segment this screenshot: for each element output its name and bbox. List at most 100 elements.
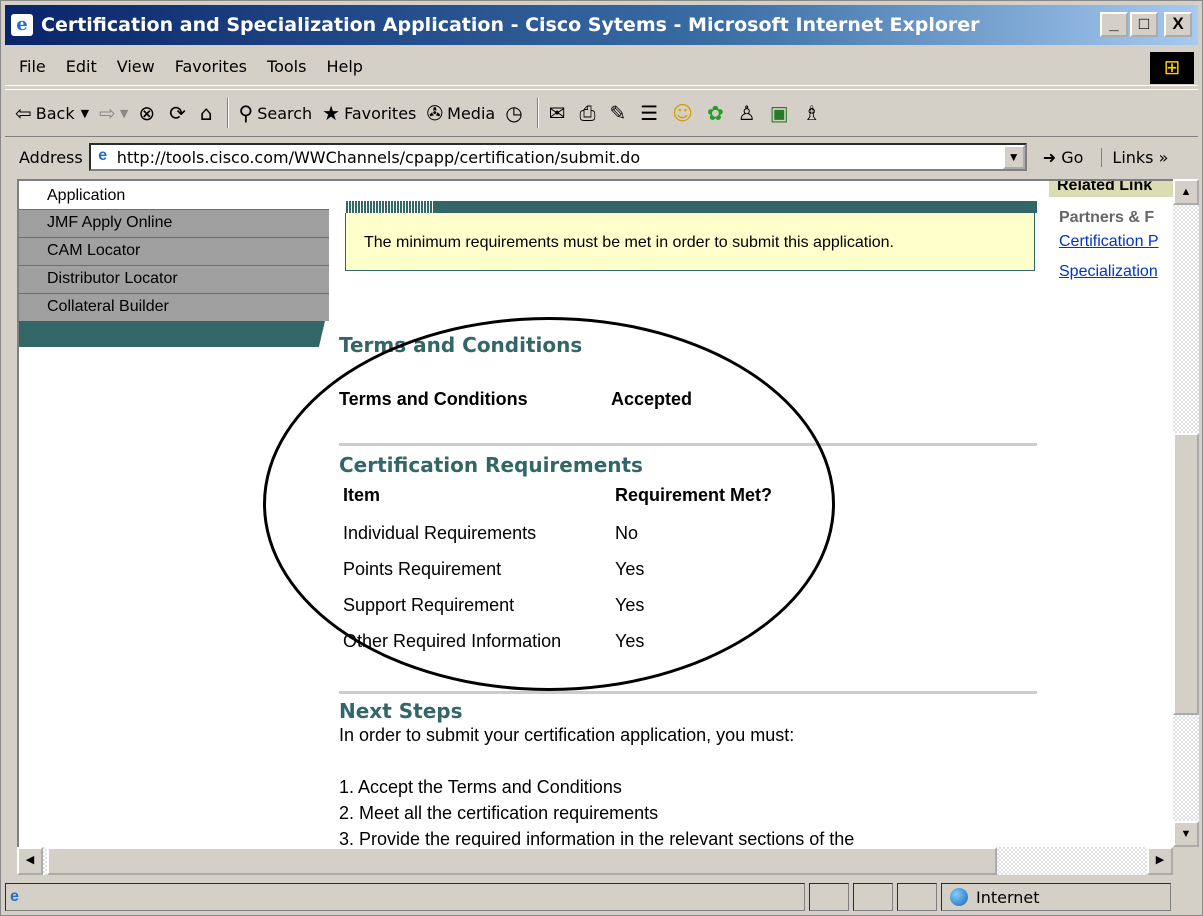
window-controls: _ □ X (1100, 12, 1192, 37)
terms-label: Terms and Conditions (339, 389, 528, 409)
toolbar-separator (226, 98, 229, 128)
refresh-button[interactable]: ⟳ (169, 101, 190, 125)
status-text-area: e (5, 883, 805, 911)
scroll-left-icon[interactable]: ◀ (17, 847, 43, 875)
certification-requirements-heading: Certification Requirements (339, 453, 643, 477)
terms-heading: Terms and Conditions (339, 333, 583, 357)
requirement-item: Individual Requirements (343, 523, 537, 543)
browser-window: e Certification and Specialization Appli… (0, 0, 1203, 916)
partners-heading: Partners & F (1059, 209, 1155, 226)
back-button[interactable]: ⇦ Back ▼ (15, 101, 89, 125)
address-bar: Address e http://tools.cisco.com/WWChann… (5, 139, 1198, 175)
links-button[interactable]: Links » (1101, 147, 1169, 167)
nav-item-jmf-apply-online[interactable]: JMF Apply Online (19, 209, 329, 237)
menu-favorites[interactable]: Favorites (175, 57, 247, 76)
page-status-icon: e (10, 888, 19, 905)
certification-link[interactable]: Certification P (1059, 233, 1173, 251)
icq-button[interactable]: ✿ (707, 101, 728, 125)
menu-file[interactable]: File (19, 57, 46, 76)
address-input[interactable]: e http://tools.cisco.com/WWChannels/cpap… (88, 143, 1027, 171)
nav-item-cam-locator[interactable]: CAM Locator (19, 237, 329, 265)
vertical-scrollbar[interactable]: ▲ ▼ (1173, 179, 1199, 847)
scroll-up-icon[interactable]: ▲ (1173, 179, 1199, 205)
refresh-icon: ⟳ (169, 101, 186, 125)
next-step-item: 1. Accept the Terms and Conditions (339, 777, 622, 797)
gift-icon: ▣ (769, 101, 789, 125)
next-step-item: 3. Provide the required information in t… (339, 829, 855, 847)
forward-dropdown-icon[interactable]: ▼ (120, 107, 128, 120)
horizontal-scrollbar[interactable]: ◀ ▶ (17, 847, 1173, 875)
go-label: Go (1061, 147, 1084, 167)
requirement-met: Yes (615, 559, 645, 579)
go-button[interactable]: ➜ Go (1043, 148, 1084, 167)
ie-logo-icon: e (11, 14, 33, 36)
forward-arrow-icon: ⇨ (99, 101, 116, 125)
requirement-met: Yes (615, 631, 645, 651)
toolbar: ⇦ Back ▼ ⇨ ▼ ⊗ ⟳ ⌂ ⚲ Search ★ Favorites … (5, 89, 1198, 137)
chevron-right-icon: » (1158, 147, 1169, 167)
nav-item-collateral-builder[interactable]: Collateral Builder (19, 293, 329, 321)
requirement-met: No (615, 523, 639, 543)
people-button[interactable]: ♗ (803, 101, 825, 125)
smiley-icon: ☺ (672, 101, 693, 125)
menu-help[interactable]: Help (326, 57, 362, 76)
search-icon: ⚲ (238, 101, 254, 125)
related-links-tab: Related Link (1049, 181, 1173, 197)
home-button[interactable]: ⌂ (200, 101, 217, 125)
status-cell (853, 883, 893, 911)
forward-button[interactable]: ⇨ ▼ (99, 101, 128, 125)
print-button[interactable]: ⎙ (579, 101, 599, 125)
menu-tools[interactable]: Tools (267, 57, 306, 76)
menu-view[interactable]: View (117, 57, 155, 76)
requirement-item: Other Required Information (343, 631, 562, 651)
specialization-link[interactable]: Specialization (1059, 263, 1173, 281)
status-bar: e Internet (5, 881, 1198, 913)
address-label: Address (19, 147, 83, 167)
discuss-icon: ☰ (640, 101, 659, 125)
section-divider (339, 443, 1037, 446)
terms-status: Accepted (611, 389, 693, 409)
security-zone: Internet (941, 883, 1171, 911)
globe-icon (950, 888, 968, 906)
search-label: Search (257, 103, 313, 123)
favorites-button[interactable]: ★ Favorites (322, 101, 416, 125)
menu-bar: File Edit View Favorites Tools Help ⊞ (5, 48, 1198, 86)
maximize-button[interactable]: □ (1130, 12, 1158, 37)
message-stripes (345, 201, 435, 213)
left-nav: Application JMF Apply Online CAM Locator… (19, 181, 329, 347)
links-label: Links (1112, 147, 1154, 167)
scroll-down-icon[interactable]: ▼ (1173, 821, 1199, 847)
user-button[interactable]: ♙ (738, 101, 760, 125)
media-icon: ✇ (426, 101, 444, 125)
media-button[interactable]: ✇ Media (426, 101, 495, 125)
address-url[interactable]: http://tools.cisco.com/WWChannels/cpapp/… (117, 148, 640, 167)
column-header-requirement-met: Requirement Met? (615, 485, 773, 505)
menu-edit[interactable]: Edit (66, 57, 97, 76)
edit-icon: ✎ (609, 101, 627, 125)
search-button[interactable]: ⚲ Search (239, 101, 313, 125)
nav-footer-bar (19, 321, 325, 347)
page-content: Application JMF Apply Online CAM Locator… (17, 179, 1173, 847)
lite-button[interactable]: ▣ (770, 101, 793, 125)
go-arrow-icon: ➜ (1042, 147, 1057, 167)
edit-button[interactable]: ✎ (609, 101, 630, 125)
back-arrow-icon: ⇦ (15, 101, 32, 125)
column-header-item: Item (343, 485, 381, 505)
toolbar-separator (536, 98, 539, 128)
nav-item-distributor-locator[interactable]: Distributor Locator (19, 265, 329, 293)
back-dropdown-icon[interactable]: ▼ (81, 107, 89, 120)
history-button[interactable]: ◷ (505, 101, 526, 125)
nav-item-application[interactable]: Application (19, 181, 329, 209)
stop-button[interactable]: ⊗ (138, 101, 159, 125)
mail-button[interactable]: ✉ (549, 101, 570, 125)
close-button[interactable]: X (1164, 12, 1192, 37)
favorites-label: Favorites (344, 103, 417, 123)
media-label: Media (447, 103, 496, 123)
scroll-right-icon[interactable]: ▶ (1147, 847, 1173, 875)
vertical-scroll-thumb[interactable] (1173, 433, 1199, 715)
minimize-button[interactable]: _ (1100, 12, 1128, 37)
address-dropdown-icon[interactable]: ▼ (1002, 145, 1025, 169)
messenger-button[interactable]: ☺ (672, 101, 697, 125)
horizontal-scroll-thumb[interactable] (47, 847, 997, 875)
discuss-button[interactable]: ☰ (640, 101, 662, 125)
